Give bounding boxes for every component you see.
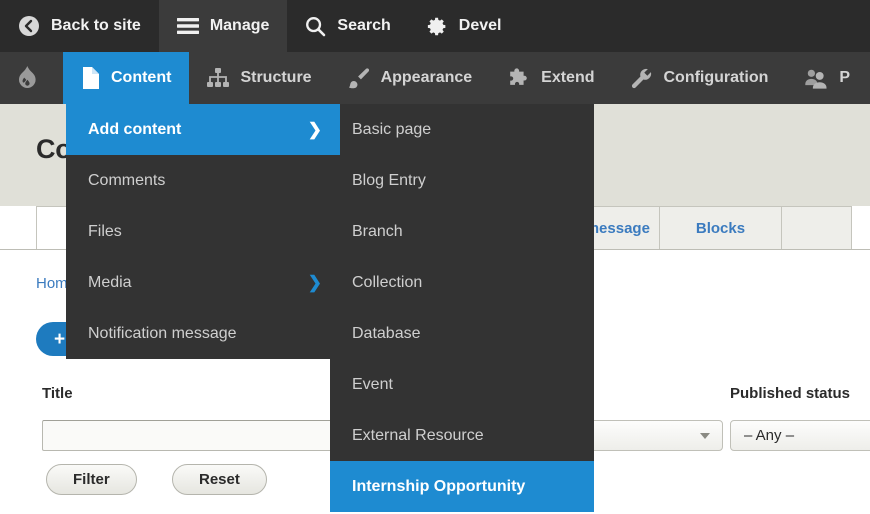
toolbar-top: Back to site Manage Search Devel [0,0,870,52]
title-filter-label: Title [42,385,73,402]
back-arrow-icon [18,15,40,37]
paintbrush-icon [348,67,370,89]
menu-item-label: Comments [88,171,166,189]
menu-item-notification-message[interactable]: Notification message [66,308,340,359]
tab-label: Blocks [695,219,746,237]
menu-item-label: External Resource [352,426,484,444]
menu-item-branch[interactable]: Branch [330,206,594,257]
tab-blocks[interactable]: Blocks [660,206,782,250]
drupal-logo-icon [16,66,38,90]
menu-item-label: Files [88,222,122,240]
menu-item-media[interactable]: Media ❯ [66,257,340,308]
toolbar-appearance-label: Appearance [380,69,473,86]
toolbar-admin-menu: Content Structure Appearance Extend Conf… [0,52,870,104]
toolbar-devel[interactable]: Devel [409,0,520,52]
published-status-label: Published status [730,385,851,402]
menu-item-add-content[interactable]: Add content ❯ [66,104,340,155]
menu-item-comments[interactable]: Comments [66,155,340,206]
published-status-select[interactable]: – Any – [730,420,870,451]
menu-item-label: Basic page [352,120,432,138]
menu-item-internship-opportunity[interactable]: Internship Opportunity [330,461,594,512]
people-icon [804,68,828,89]
toolbar-back-to-site[interactable]: Back to site [0,0,159,52]
menu-item-label: Internship Opportunity [352,477,526,495]
wrench-icon [631,67,653,89]
chevron-right-icon: ❯ [307,272,322,292]
gear-icon [427,16,448,37]
menu-item-collection[interactable]: Collection [330,257,594,308]
toolbar-structure-label: Structure [240,69,312,86]
sitemap-icon [207,68,230,88]
menu-item-files[interactable]: Files [66,206,340,257]
menu-item-blog-entry[interactable]: Blog Entry [330,155,594,206]
menu-item-label: Database [352,324,421,342]
toolbar-appearance[interactable]: Appearance [330,52,491,104]
hamburger-icon [176,17,199,35]
screen-root: Content Notification message Blocks Home… [0,0,870,514]
menu-item-database[interactable]: Database [330,308,594,359]
menu-item-label: Notification message [88,324,237,342]
toolbar-extend-label: Extend [541,69,595,86]
menu-item-label: Blog Entry [352,171,426,189]
menu-item-label: Collection [352,273,423,291]
toolbar-back-to-site-label: Back to site [51,17,141,34]
toolbar-people[interactable]: P [786,52,868,104]
tab-6[interactable] [782,206,852,250]
add-content-submenu: Basic page Blog Entry Branch Collection … [330,104,594,512]
document-icon [81,67,100,89]
toolbar-configuration[interactable]: Configuration [613,52,787,104]
toolbar-content[interactable]: Content [63,52,190,104]
menu-item-label: Event [352,375,393,393]
search-icon [305,16,326,37]
toolbar-search[interactable]: Search [287,0,408,52]
chevron-down-icon [700,433,710,439]
toolbar-structure[interactable]: Structure [189,52,329,104]
menu-item-label: Media [88,273,132,291]
reset-button[interactable]: Reset [172,464,267,495]
plus-icon: + [54,328,66,350]
content-menu-level-1: Add content ❯ Comments Files Media ❯ Not… [66,104,340,359]
menu-item-label: Add content [88,120,182,138]
toolbar-people-label: P [839,69,851,86]
menu-item-external-resource[interactable]: External Resource [330,410,594,461]
menu-item-event[interactable]: Event [330,359,594,410]
toolbar-search-label: Search [337,17,391,34]
toolbar-devel-label: Devel [458,17,502,34]
toolbar-content-label: Content [111,69,172,86]
toolbar-extend[interactable]: Extend [490,52,612,104]
puzzle-icon [508,67,530,89]
title-filter-input[interactable] [42,420,334,451]
toolbar-drupal-home[interactable] [0,52,63,104]
menu-item-basic-page[interactable]: Basic page [330,104,594,155]
published-status-value: – Any – [744,427,795,444]
toolbar-configuration-label: Configuration [663,69,769,86]
menu-item-label: Branch [352,222,403,240]
filter-button[interactable]: Filter [46,464,137,495]
chevron-right-icon: ❯ [307,119,322,139]
toolbar-manage-label: Manage [209,17,270,34]
toolbar-manage[interactable]: Manage [158,0,288,52]
